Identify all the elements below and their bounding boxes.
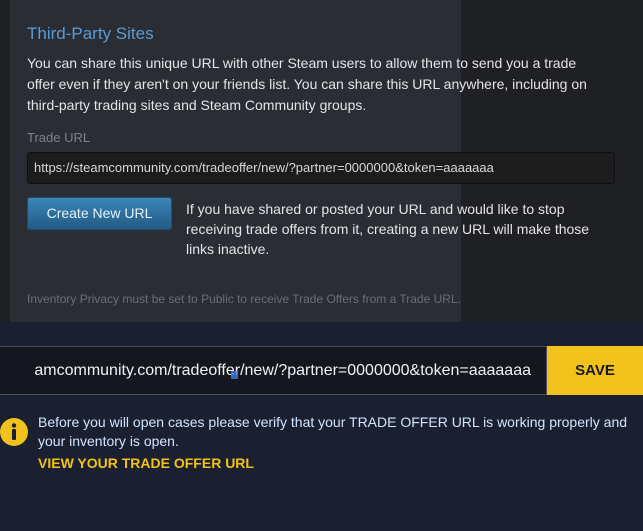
trade-url-input-value: amcommunity.com/tradeoffer/new/?partner=…	[34, 362, 531, 379]
verify-warning: Before you will open cases please verify…	[38, 414, 628, 449]
save-button[interactable]: SAVE	[547, 346, 643, 395]
create-url-note: If you have shared or posted your URL an…	[186, 201, 590, 257]
view-trade-offer-url-link[interactable]: VIEW YOUR TRADE OFFER URL	[38, 455, 254, 471]
section-title: Third-Party Sites	[27, 24, 154, 43]
create-new-url-button[interactable]: Create New URL	[27, 197, 172, 230]
trade-url-input[interactable]: amcommunity.com/tradeoffer/new/?partner=…	[0, 346, 547, 395]
info-icon	[0, 418, 28, 446]
privacy-note: Inventory Privacy must be set to Public …	[27, 292, 461, 306]
trade-url-label: Trade URL	[27, 130, 91, 145]
text-cursor	[231, 371, 238, 379]
trade-url-field[interactable]: https://steamcommunity.com/tradeoffer/ne…	[27, 152, 615, 184]
section-description: You can share this unique URL with other…	[27, 55, 587, 113]
